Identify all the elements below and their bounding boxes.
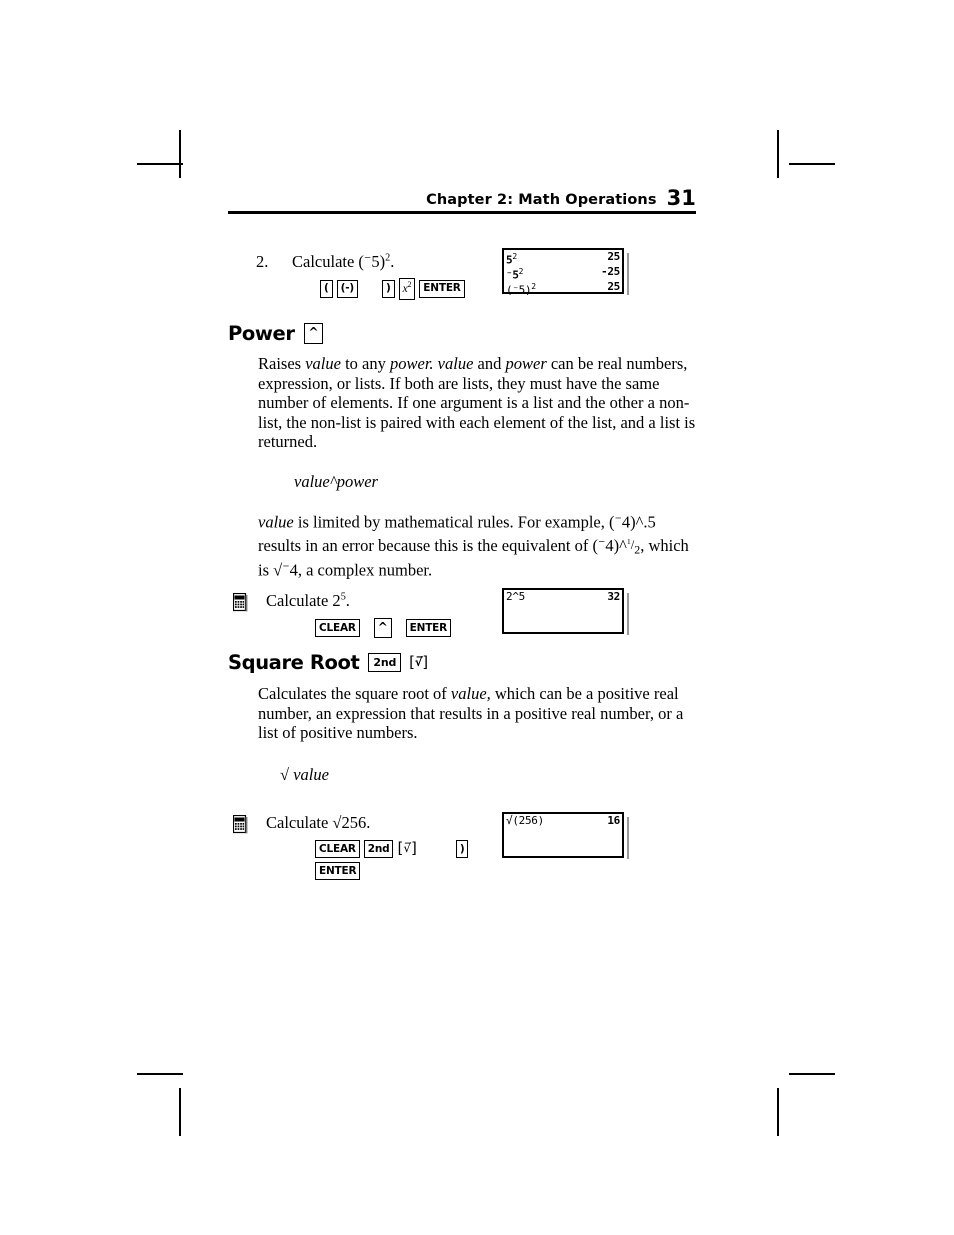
numbered-step: 2. Calculate (⁻5)2. ( (-) ) x2 ENTER xyxy=(256,252,465,300)
screen-result: 25 xyxy=(607,250,620,263)
step-text: Calculate (⁻5)2. xyxy=(292,252,395,271)
calculator-screen-power: 2^5 32 xyxy=(502,588,629,635)
screen-line: (⁻5)2 25 xyxy=(504,281,622,296)
step-key-sequence: ( (-) ) x2 ENTER xyxy=(320,278,465,300)
step-body: Calculate (⁻5)2. ( (-) ) x2 ENTER xyxy=(292,252,465,300)
calculator-icon xyxy=(233,815,248,834)
key-square-root[interactable]: [√̅] xyxy=(408,654,429,672)
key-square-root[interactable]: [√̅] xyxy=(396,840,417,858)
screen-result: 32 xyxy=(607,590,620,603)
page-number: 31 xyxy=(666,186,696,210)
screen-line: 52 25 xyxy=(504,250,622,266)
power-example: Calculate 25. CLEAR ^ ENTER xyxy=(233,591,693,638)
screen-line: √(256) 16 xyxy=(504,814,622,827)
power-heading: Power xyxy=(228,322,295,345)
crop-mark-bottom-right-vertical xyxy=(777,1088,779,1136)
screen-result: 25 xyxy=(607,280,620,294)
header-title: Chapter 2: Math Operations xyxy=(426,192,657,208)
screen-line: 2^5 32 xyxy=(504,590,622,603)
page-content: Chapter 2: Math Operations 31 2. Calcula… xyxy=(228,185,696,880)
power-note: value is limited by mathematical rules. … xyxy=(258,512,689,580)
screen-entry: 52 xyxy=(506,252,517,267)
crop-mark-bottom-left-vertical xyxy=(179,1088,181,1136)
crop-mark-bottom-right-horizontal xyxy=(789,1073,835,1075)
crop-mark-top-left-horizontal xyxy=(137,163,183,165)
power-heading-row: Power ^ xyxy=(228,322,696,345)
sqrt-example: Calculate √256. CLEAR 2nd [√̅] ) ENTER xyxy=(233,813,693,880)
key-enter[interactable]: ENTER xyxy=(405,619,452,637)
running-header: Chapter 2: Math Operations 31 xyxy=(228,185,696,214)
key-x-squared[interactable]: x2 xyxy=(398,278,416,300)
power-description: Raises value to any power. value and pow… xyxy=(258,354,696,452)
key-close-paren[interactable]: ) xyxy=(381,279,395,298)
screen-line: ⁻52 -25 xyxy=(504,266,622,281)
key-2nd[interactable]: 2nd xyxy=(368,652,402,673)
key-clear[interactable]: CLEAR xyxy=(315,619,360,637)
crop-mark-top-left-vertical xyxy=(179,130,181,178)
key-enter[interactable]: ENTER xyxy=(315,862,361,880)
step-number: 2. xyxy=(256,252,269,271)
sqrt-description: Calculates the square root of value, whi… xyxy=(258,684,684,743)
key-caret[interactable]: ^ xyxy=(373,618,392,638)
sqrt-heading: Square Root xyxy=(228,651,360,674)
screen-entry: (⁻5)2 xyxy=(506,282,536,297)
screen-entry: 2^5 xyxy=(506,590,525,603)
calculator-screen-neg-square: 52 25 ⁻52 -25 (⁻5)2 25 xyxy=(502,248,629,296)
crop-mark-top-right-vertical xyxy=(777,130,779,178)
sqrt-syntax: √ value xyxy=(280,764,329,784)
screen-result: 16 xyxy=(607,814,620,827)
power-section: Power ^ Raises value to any power. value… xyxy=(228,322,696,580)
key-open-paren[interactable]: ( xyxy=(320,279,333,298)
key-enter[interactable]: ENTER xyxy=(419,279,465,298)
key-close-paren[interactable]: ) xyxy=(455,840,469,858)
key-negate[interactable]: (-) xyxy=(336,279,358,298)
sqrt-example-keys-row2: ENTER xyxy=(315,862,693,880)
header-rule xyxy=(228,211,696,214)
key-2nd[interactable]: 2nd xyxy=(363,840,394,858)
calculator-screen-sqrt: √(256) 16 xyxy=(502,812,629,859)
sqrt-heading-row: Square Root 2nd [√̅] xyxy=(228,651,696,674)
sqrt-section: Square Root 2nd [√̅] Calculates the squa… xyxy=(228,651,696,785)
crop-mark-top-right-horizontal xyxy=(789,163,835,165)
crop-mark-bottom-left-horizontal xyxy=(137,1073,183,1075)
screen-entry: ⁻52 xyxy=(506,267,524,282)
power-syntax: value^power xyxy=(294,471,378,491)
key-clear[interactable]: CLEAR xyxy=(315,840,360,858)
calculator-icon xyxy=(233,593,248,612)
screen-entry: √(256) xyxy=(506,814,544,827)
screen-result: -25 xyxy=(601,265,620,279)
key-caret[interactable]: ^ xyxy=(303,323,324,344)
